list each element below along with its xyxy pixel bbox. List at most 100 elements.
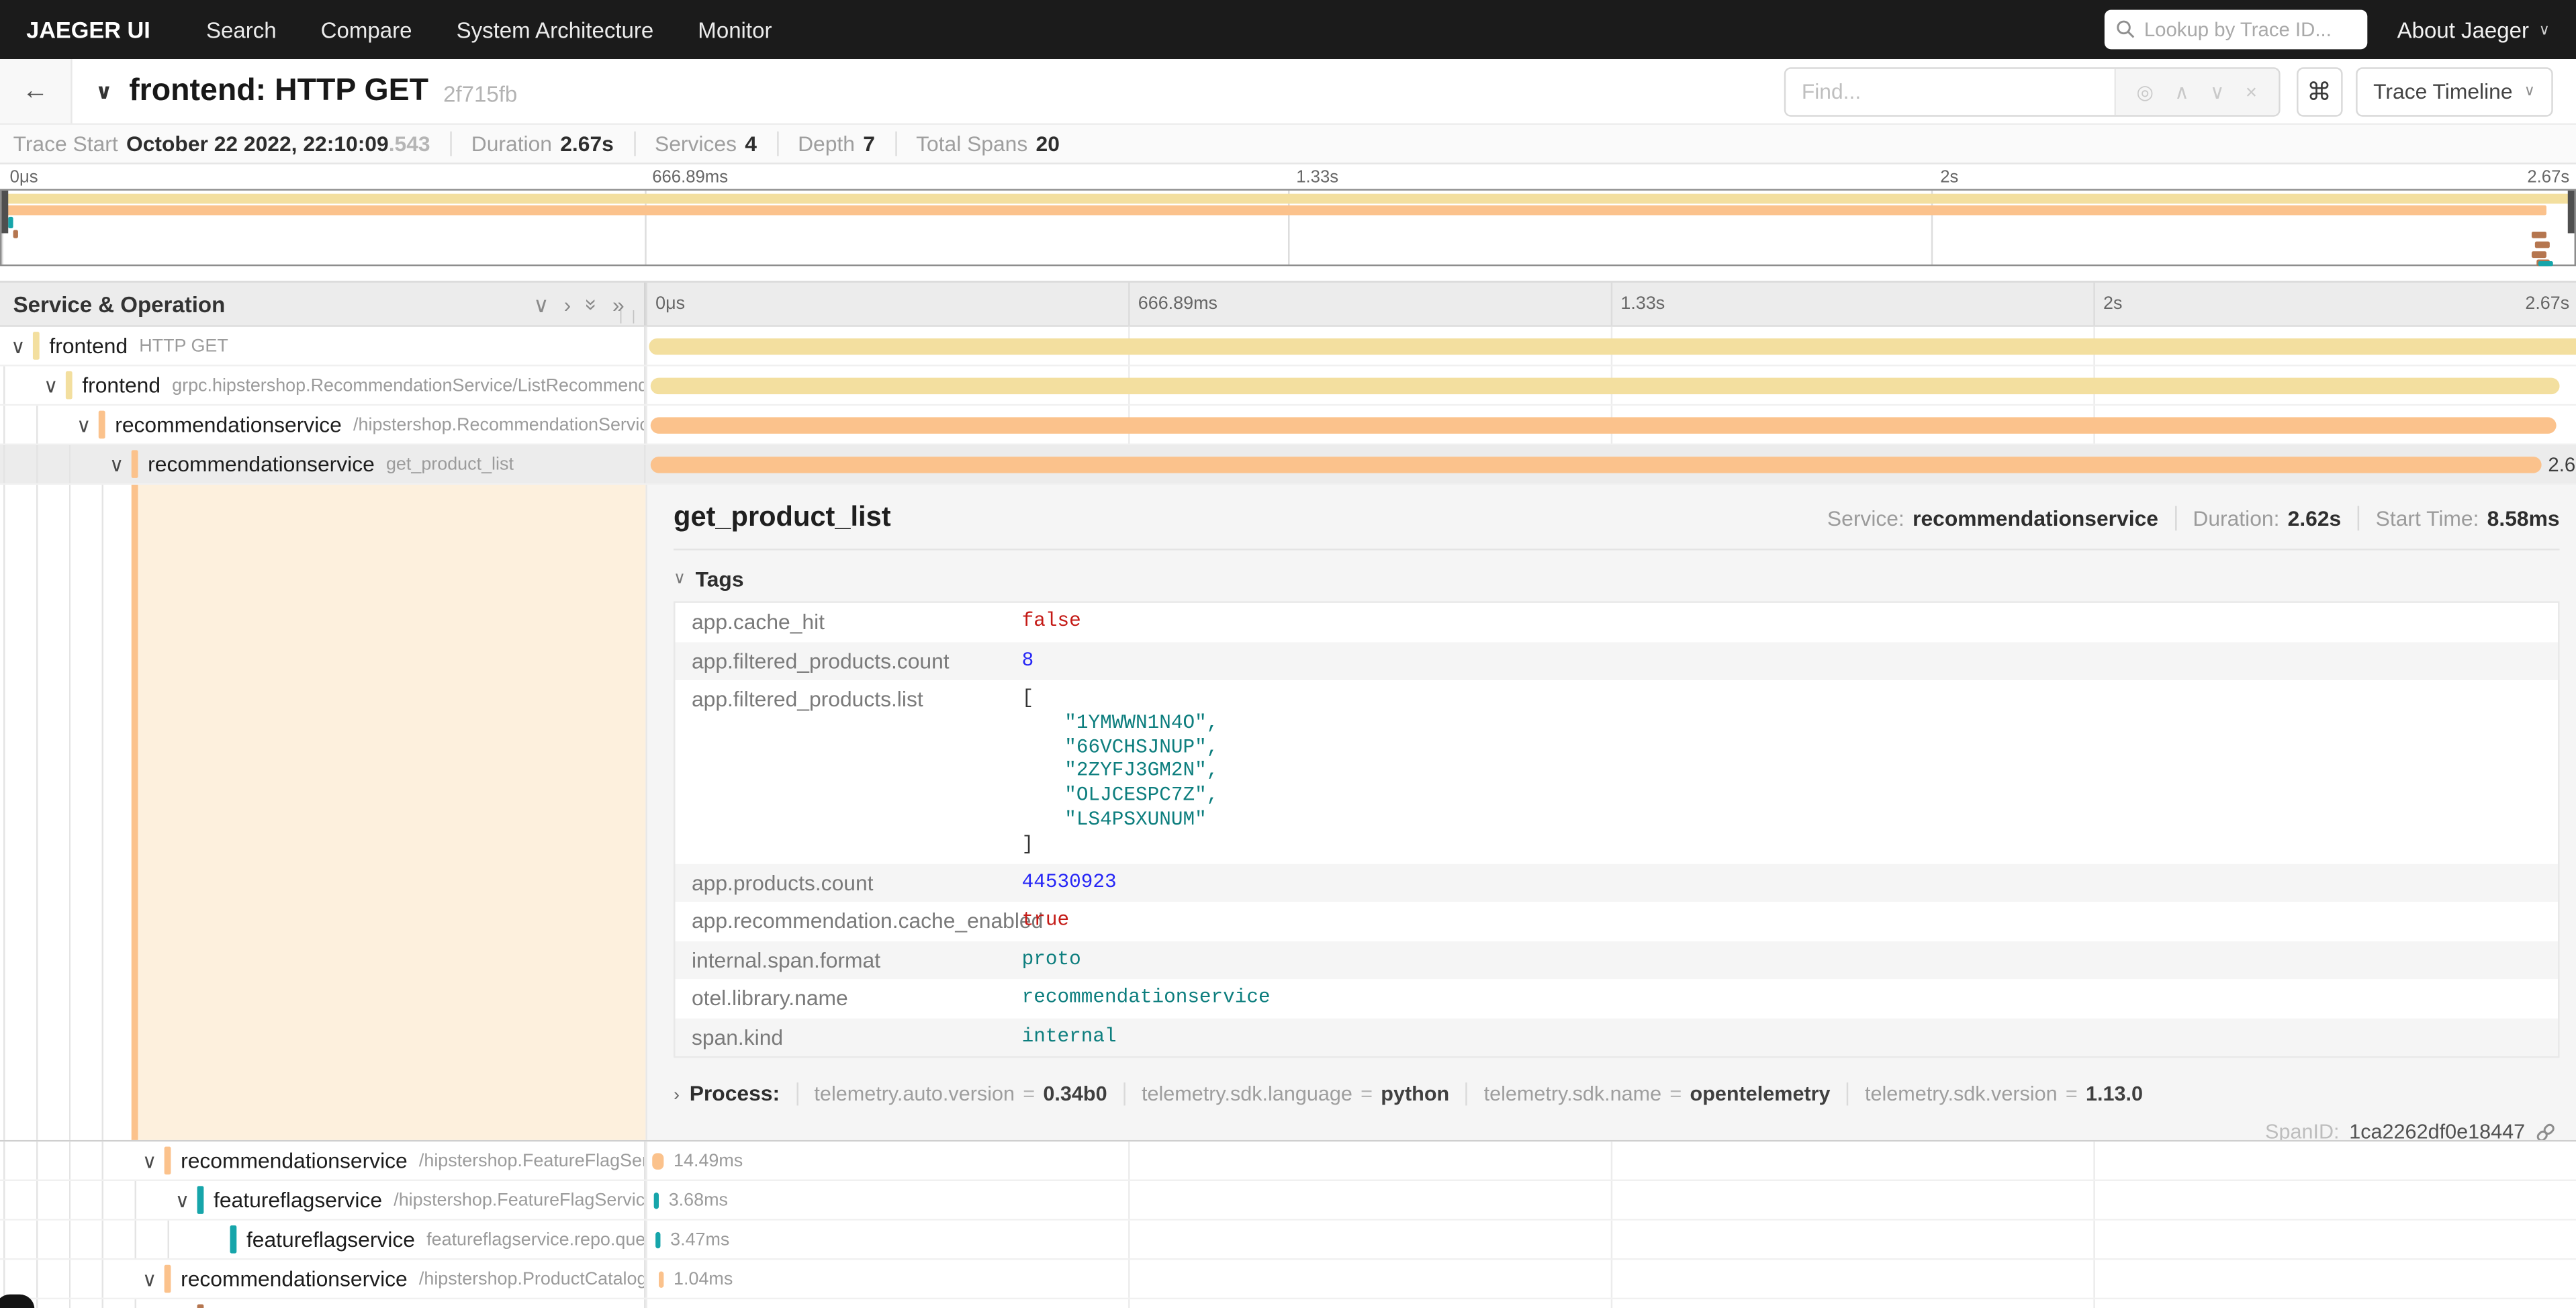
collapse-all-icon[interactable]: » <box>581 298 602 310</box>
chevron-right-icon[interactable]: › <box>674 1086 680 1105</box>
span-timeline-cell[interactable]: 1.04ms <box>645 1260 2576 1297</box>
span-timeline-cell[interactable]: 2.62s <box>645 445 2576 483</box>
trace-minimap[interactable] <box>0 189 2576 266</box>
trace-id-lookup[interactable] <box>2105 10 2367 50</box>
span-duration-bar[interactable] <box>651 417 2557 433</box>
span-timeline-cell[interactable] <box>645 327 2576 365</box>
service-operation-header: Service & Operation ∨ › » » ❘❘ <box>0 283 645 326</box>
span-duration-bar[interactable] <box>652 1153 663 1169</box>
chevron-down-icon[interactable]: ∨ <box>141 1269 157 1289</box>
span-row-partial[interactable] <box>0 1299 2576 1308</box>
process-toggle[interactable]: Process: <box>690 1081 780 1106</box>
span-row-featureflag-parent[interactable]: ∨ recommendationservice /hipstershop.Fea… <box>0 1141 2576 1181</box>
minimap-span-band <box>1 194 2574 204</box>
trace-collapse-chevron-icon[interactable]: ∨ <box>95 78 113 104</box>
span-duration-bar[interactable] <box>651 378 2560 394</box>
nav-item-compare[interactable]: Compare <box>321 17 412 42</box>
collapse-one-icon[interactable]: ∨ <box>533 293 549 315</box>
span-row-frontend-grpc[interactable]: ∨ frontend grpc.hipstershop.Recommendati… <box>0 367 2576 406</box>
minimap-drag-handle-right[interactable] <box>2568 191 2575 234</box>
span-timeline-cell[interactable]: 3.47ms <box>645 1221 2576 1258</box>
span-id-label: SpanID: <box>2265 1121 2340 1140</box>
search-icon <box>2116 19 2135 39</box>
span-detail-panel: get_product_list Service:recommendations… <box>645 485 2576 1140</box>
span-name-cell[interactable]: featureflagservice featureflagservice.re… <box>0 1221 645 1258</box>
span-row-featureflagservice-repo-query[interactable]: featureflagservice featureflagservice.re… <box>0 1221 2576 1260</box>
nav-item-monitor[interactable]: Monitor <box>698 17 772 42</box>
span-service: recommendationservice <box>181 1266 408 1291</box>
back-button[interactable]: ← <box>0 59 73 123</box>
trace-header: ← ∨ frontend: HTTP GET 2f715fb ◎ ∧ ∨ × ⌘… <box>0 59 2576 125</box>
span-duration-bar[interactable] <box>655 1232 660 1248</box>
span-color-accent <box>197 1304 204 1308</box>
span-timeline-cell[interactable]: 3.68ms <box>645 1181 2576 1219</box>
column-resizer[interactable]: ❘❘ <box>615 309 641 324</box>
span-color-accent <box>99 411 105 439</box>
span-row-recommendation-list[interactable]: ∨ recommendationservice /hipstershop.Rec… <box>0 406 2576 445</box>
span-duration-bar[interactable] <box>649 338 2576 355</box>
tag-row: app.filtered_products.count 8 <box>675 641 2558 680</box>
span-operation: /hipstershop.ProductCatalogSer... <box>419 1269 646 1289</box>
minimap-tick: 666.89ms <box>652 168 728 187</box>
tag-value: internal <box>1012 1018 1126 1054</box>
span-name-cell[interactable] <box>0 1299 645 1308</box>
span-duration-bar[interactable] <box>654 1193 659 1209</box>
find-input[interactable] <box>1785 68 2113 115</box>
trace-id-input[interactable] <box>2144 18 2356 41</box>
tag-value: recommendationservice <box>1012 979 1280 1015</box>
chevron-down-icon[interactable]: ∨ <box>10 336 26 355</box>
trace-depth: Depth 7 <box>776 132 894 156</box>
span-name-cell[interactable]: ∨ frontend HTTP GET <box>0 327 645 365</box>
chevron-down-icon[interactable]: ∨ <box>108 454 124 473</box>
span-name-cell[interactable]: ∨ recommendationservice /hipstershop.Fea… <box>0 1141 645 1179</box>
span-service: recommendationservice <box>115 412 342 437</box>
app-logo[interactable]: JAEGER UI <box>26 16 150 42</box>
expand-one-icon[interactable]: › <box>564 293 571 315</box>
chevron-down-icon[interactable]: ∨ <box>174 1190 190 1209</box>
nav-item-system-architecture[interactable]: System Architecture <box>457 17 654 42</box>
span-id-row: SpanID: 1ca2262df0e18447 <box>674 1121 2560 1140</box>
span-name-cell[interactable]: ∨ featureflagservice /hipstershop.Featur… <box>0 1181 645 1219</box>
span-row-productcatalog[interactable]: ∨ recommendationservice /hipstershop.Pro… <box>0 1260 2576 1299</box>
tag-row: span.kind internal <box>675 1018 2558 1056</box>
span-timeline-cell[interactable] <box>645 406 2576 443</box>
chevron-down-icon[interactable]: ∨ <box>76 415 92 434</box>
span-color-accent <box>165 1265 171 1293</box>
span-operation: /hipstershop.RecommendationService/Lis..… <box>353 415 645 434</box>
process-attr: telemetry.auto.version=0.34b0 <box>796 1082 1124 1105</box>
tag-value: proto <box>1012 941 1091 977</box>
span-service: featureflagservice <box>246 1227 415 1252</box>
span-name-cell[interactable]: ∨ recommendationservice /hipstershop.Pro… <box>0 1260 645 1297</box>
span-duration-bar[interactable] <box>659 1272 663 1288</box>
tag-row: app.products.count 44530923 <box>675 863 2558 902</box>
span-timeline-cell[interactable] <box>645 1299 2576 1308</box>
clear-find-icon[interactable]: × <box>2246 80 2257 103</box>
span-timeline-cell[interactable] <box>645 367 2576 404</box>
focus-match-icon[interactable]: ◎ <box>2136 80 2154 103</box>
span-color-accent <box>197 1186 204 1214</box>
trace-services: Services 4 <box>633 132 776 156</box>
next-match-icon[interactable]: ∨ <box>2210 80 2225 103</box>
span-name-cell[interactable]: ∨ recommendationservice /hipstershop.Rec… <box>0 406 645 443</box>
deep-link-icon[interactable] <box>2535 1121 2557 1140</box>
tags-section-toggle[interactable]: ∨ Tags <box>674 567 2560 592</box>
span-duration-bar[interactable] <box>651 457 2542 473</box>
tag-key: internal.span.format <box>675 941 1012 978</box>
span-name-cell[interactable]: ∨ frontend grpc.hipstershop.Recommendati… <box>0 367 645 404</box>
minimap-span-band <box>1 205 2546 215</box>
prev-match-icon[interactable]: ∧ <box>2174 80 2189 103</box>
chevron-down-icon[interactable]: ∨ <box>141 1151 157 1170</box>
collapse-controls: ∨ › » » <box>533 293 624 315</box>
span-timeline-cell[interactable]: 14.49ms <box>645 1141 2576 1179</box>
span-row-get-product-list-selected[interactable]: ∨ recommendationservice get_product_list… <box>0 445 2576 485</box>
keyboard-shortcuts-button[interactable]: ⌘ <box>2296 66 2342 115</box>
chevron-down-icon[interactable]: ∨ <box>43 375 59 395</box>
about-jaeger-menu[interactable]: About Jaeger ∨ <box>2397 17 2550 42</box>
minimap-drag-handle-left[interactable] <box>1 191 8 234</box>
span-row-featureflagservice-get[interactable]: ∨ featureflagservice /hipstershop.Featur… <box>0 1181 2576 1221</box>
span-name-cell[interactable]: ∨ recommendationservice get_product_list <box>0 445 645 483</box>
trace-view-selector[interactable]: Trace Timeline ∨ <box>2355 66 2552 115</box>
nav-item-search[interactable]: Search <box>206 17 277 42</box>
span-row-frontend-http-get[interactable]: ∨ frontend HTTP GET <box>0 327 2576 367</box>
back-arrow-icon: ← <box>22 77 48 106</box>
